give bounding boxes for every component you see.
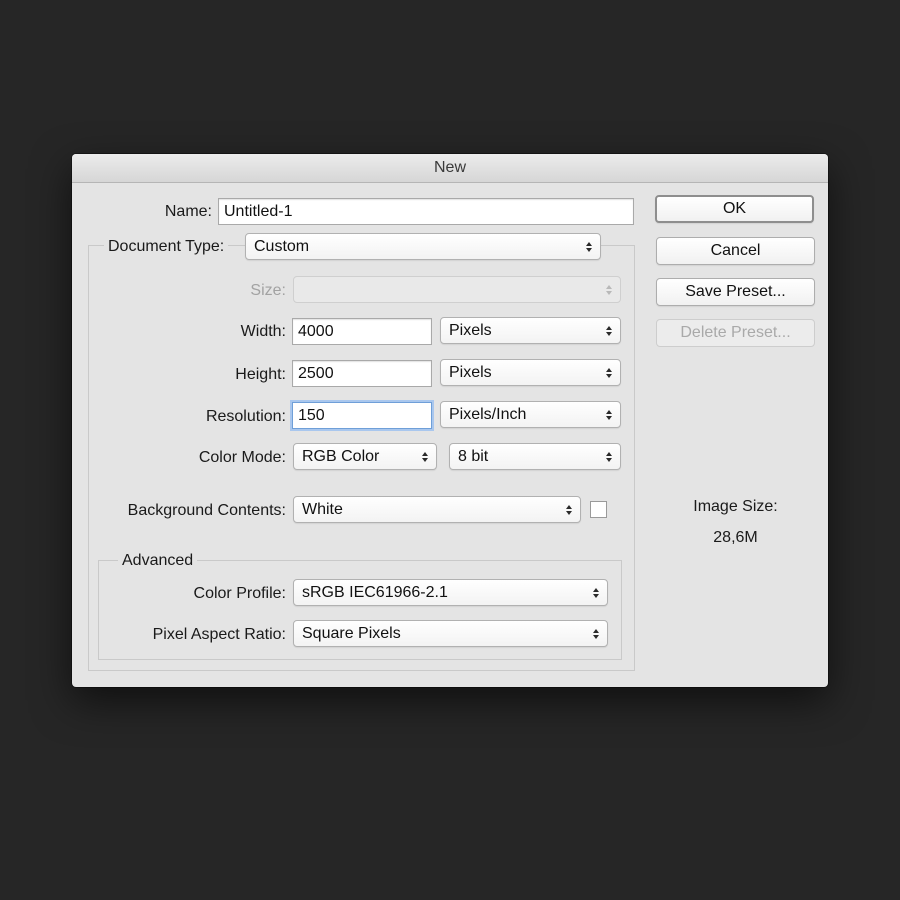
color-mode-label: Color Mode: [198, 449, 286, 466]
document-type-label: Document Type: [104, 237, 229, 257]
new-document-dialog: New Name: Untitled-1 Document Type: Cust… [72, 154, 828, 687]
chevron-updown-icon [605, 402, 613, 427]
bit-depth-value: 8 bit [458, 448, 489, 465]
save-preset-button[interactable]: Save Preset... [656, 278, 815, 306]
chevron-updown-icon [605, 318, 613, 343]
color-profile-value: sRGB IEC61966-2.1 [302, 584, 448, 601]
advanced-legend: Advanced [118, 551, 198, 571]
color-mode-select[interactable]: RGB Color [293, 443, 437, 470]
name-label: Name: [164, 203, 212, 220]
size-label: Size: [250, 282, 286, 299]
background-contents-value: White [302, 501, 343, 518]
document-type-value: Custom [254, 238, 310, 255]
resolution-input[interactable]: 150 [292, 402, 432, 429]
name-input[interactable]: Untitled-1 [218, 198, 634, 225]
chevron-updown-icon [605, 360, 613, 385]
chevron-updown-icon [592, 580, 600, 605]
width-unit-select[interactable]: Pixels [440, 317, 621, 344]
height-unit-value: Pixels [449, 364, 492, 381]
image-size-label: Image Size: [693, 498, 778, 515]
pixel-aspect-ratio-select[interactable]: Square Pixels [293, 620, 608, 647]
width-unit-value: Pixels [449, 322, 492, 339]
color-mode-value: RGB Color [302, 448, 380, 465]
size-select [293, 276, 621, 303]
color-profile-label: Color Profile: [193, 585, 286, 602]
background-contents-select[interactable]: White [293, 496, 581, 523]
image-size-value: 28,6M [713, 529, 758, 546]
dialog-title: New [72, 154, 828, 183]
pixel-aspect-ratio-label: Pixel Aspect Ratio: [152, 626, 286, 643]
resolution-unit-select[interactable]: Pixels/Inch [440, 401, 621, 428]
height-label: Height: [235, 366, 286, 383]
chevron-updown-icon [565, 497, 573, 522]
chevron-updown-icon [592, 621, 600, 646]
background-color-swatch[interactable] [590, 501, 607, 518]
chevron-updown-icon [605, 444, 613, 469]
resolution-unit-value: Pixels/Inch [449, 406, 527, 423]
width-input[interactable]: 4000 [292, 318, 432, 345]
width-label: Width: [240, 323, 286, 340]
color-profile-select[interactable]: sRGB IEC61966-2.1 [293, 579, 608, 606]
resolution-label: Resolution: [205, 408, 286, 425]
height-input[interactable]: 2500 [292, 360, 432, 387]
ok-button[interactable]: OK [655, 195, 814, 223]
chevron-updown-icon [605, 277, 613, 302]
bit-depth-select[interactable]: 8 bit [449, 443, 621, 470]
pixel-aspect-ratio-value: Square Pixels [302, 625, 401, 642]
height-unit-select[interactable]: Pixels [440, 359, 621, 386]
chevron-updown-icon [421, 444, 429, 469]
delete-preset-button: Delete Preset... [656, 319, 815, 347]
background-contents-label: Background Contents: [127, 502, 286, 519]
cancel-button[interactable]: Cancel [656, 237, 815, 265]
document-type-select[interactable]: Custom [245, 233, 601, 260]
chevron-updown-icon [585, 234, 593, 259]
